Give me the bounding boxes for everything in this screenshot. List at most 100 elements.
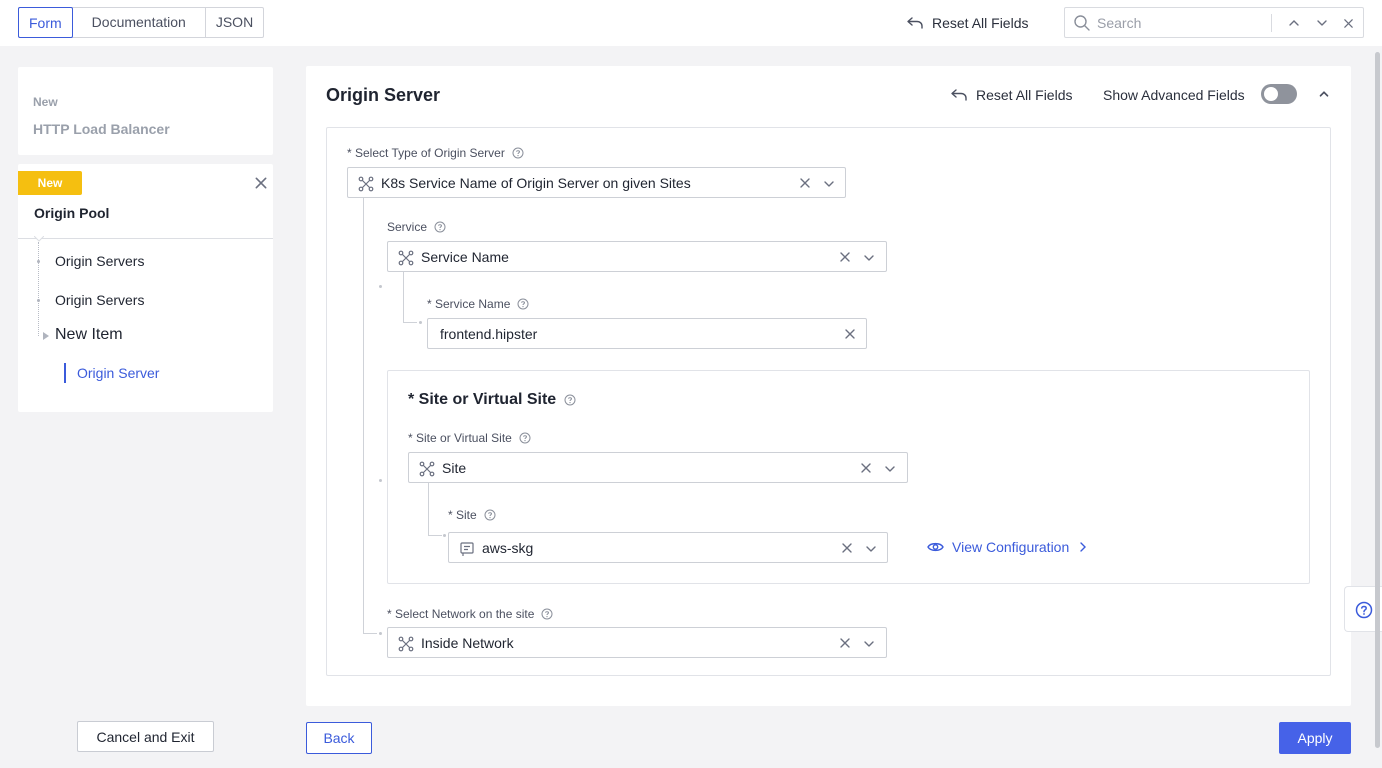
- clear-icon[interactable]: [839, 251, 851, 263]
- chevron-down-icon[interactable]: [863, 252, 875, 264]
- site-label-text: * Site: [448, 508, 477, 522]
- help-circle-icon: [1355, 601, 1373, 619]
- network-value: Inside Network: [421, 635, 514, 651]
- search-separator: [1271, 14, 1272, 32]
- tree-choice-icon: [358, 176, 374, 192]
- chevron-right-icon: [1080, 542, 1087, 552]
- page-title: Origin Server: [326, 85, 441, 105]
- chevron-down-icon[interactable]: [884, 463, 896, 475]
- chevron-up-icon[interactable]: [1317, 87, 1331, 101]
- site-type-label: * Site or Virtual Site: [408, 431, 531, 445]
- close-icon[interactable]: [254, 176, 268, 190]
- service-label-text: Service: [387, 220, 428, 234]
- cancel-and-exit-button[interactable]: Cancel and Exit: [77, 721, 214, 752]
- network-select[interactable]: Inside Network: [387, 627, 887, 658]
- help-icon[interactable]: [512, 147, 524, 159]
- chevron-down-icon[interactable]: [865, 543, 877, 555]
- clear-icon[interactable]: [839, 637, 851, 649]
- site-select[interactable]: aws-skg: [448, 532, 888, 563]
- network-label-text: * Select Network on the site: [387, 607, 535, 621]
- help-icon[interactable]: [484, 509, 496, 521]
- clear-icon[interactable]: [860, 462, 872, 474]
- http-load-balancer-card[interactable]: New HTTP Load Balancer: [18, 67, 273, 155]
- help-icon[interactable]: [564, 394, 576, 406]
- tree-line: [428, 483, 429, 535]
- tree-dot: [379, 479, 382, 482]
- origin-type-label-text: * Select Type of Origin Server: [347, 146, 505, 160]
- clear-icon[interactable]: [844, 328, 856, 340]
- back-button[interactable]: Back: [306, 722, 372, 754]
- view-tabs: Form Documentation JSON: [18, 7, 265, 38]
- object-reference-icon: [460, 542, 474, 556]
- service-name-field[interactable]: [427, 318, 867, 349]
- help-icon[interactable]: [434, 221, 446, 233]
- nav-dot: [37, 299, 40, 302]
- lb-title: HTTP Load Balancer: [33, 121, 170, 137]
- sidebar-item-origin-servers-1[interactable]: Origin Servers: [55, 253, 144, 269]
- service-value: Service Name: [421, 249, 509, 265]
- tree-dot: [379, 285, 382, 288]
- chevron-down-icon[interactable]: [863, 638, 875, 650]
- eye-icon: [927, 542, 944, 552]
- view-configuration-label: View Configuration: [952, 539, 1070, 555]
- reset-all-fields-button[interactable]: Reset All Fields: [950, 85, 1072, 105]
- nav-tree-line: [38, 242, 39, 336]
- nav-dot: [37, 260, 40, 263]
- origin-type-select[interactable]: K8s Service Name of Origin Server on giv…: [347, 167, 846, 198]
- reset-all-fields-label: Reset All Fields: [976, 87, 1073, 103]
- search-close-button[interactable]: [1338, 13, 1358, 33]
- service-select[interactable]: Service Name: [387, 241, 887, 272]
- notch-icon: [34, 236, 44, 242]
- page-scrollbar[interactable]: [1375, 52, 1380, 748]
- search-box: [1064, 7, 1364, 38]
- service-name-label: * Service Name: [427, 297, 529, 311]
- chevron-down-icon[interactable]: [823, 178, 835, 190]
- site-section-title: * Site or Virtual Site: [408, 391, 576, 409]
- clear-icon[interactable]: [841, 542, 853, 554]
- origin-type-label: * Select Type of Origin Server: [347, 146, 524, 160]
- tree-line: [363, 633, 377, 634]
- show-advanced-fields-toggle[interactable]: [1261, 84, 1297, 104]
- search-input[interactable]: [1097, 12, 1267, 34]
- site-type-select[interactable]: Site: [408, 452, 908, 483]
- reset-icon: [950, 88, 968, 102]
- tree-choice-icon: [398, 250, 414, 266]
- help-icon[interactable]: [517, 298, 529, 310]
- caret-right-icon: [43, 332, 49, 340]
- origin-server-form: * Select Type of Origin Server K8s Servi…: [326, 127, 1331, 676]
- search-next-button[interactable]: [1312, 13, 1332, 33]
- show-advanced-fields-label: Show Advanced Fields: [1103, 87, 1245, 103]
- sidebar-item-new-item[interactable]: New Item: [55, 326, 123, 344]
- tree-line: [403, 272, 404, 322]
- tab-documentation[interactable]: Documentation: [73, 8, 206, 37]
- tree-choice-icon: [419, 461, 435, 477]
- view-configuration-link[interactable]: View Configuration: [927, 539, 1087, 555]
- sidebar-item-origin-server[interactable]: Origin Server: [64, 363, 159, 383]
- new-badge: New: [18, 171, 82, 195]
- tree-line: [363, 198, 364, 633]
- search-prev-button[interactable]: [1284, 13, 1304, 33]
- help-icon[interactable]: [519, 432, 531, 444]
- reset-all-fields-top-label: Reset All Fields: [932, 15, 1029, 31]
- service-name-label-text: * Service Name: [427, 297, 511, 311]
- tree-choice-icon: [398, 636, 414, 652]
- service-name-input[interactable]: [440, 325, 820, 343]
- tree-dot: [379, 632, 382, 635]
- toggle-knob: [1264, 87, 1278, 101]
- site-type-value: Site: [442, 460, 467, 476]
- search-icon: [1074, 15, 1090, 31]
- tab-json[interactable]: JSON: [206, 8, 263, 37]
- tree-line: [403, 322, 417, 323]
- reset-all-fields-top-button[interactable]: Reset All Fields: [906, 12, 1028, 34]
- sidebar-item-origin-servers-2[interactable]: Origin Servers: [55, 292, 144, 308]
- tab-form[interactable]: Form: [18, 7, 73, 38]
- reset-icon: [906, 16, 924, 30]
- origin-server-panel: Origin Server Reset All Fields Show Adva…: [306, 66, 1351, 706]
- tree-line: [428, 535, 442, 536]
- chevron-down-icon: [1316, 17, 1328, 29]
- apply-button[interactable]: Apply: [1279, 722, 1351, 754]
- help-icon[interactable]: [541, 608, 553, 620]
- clear-icon[interactable]: [799, 177, 811, 189]
- close-icon: [1343, 18, 1354, 29]
- origin-type-value: K8s Service Name of Origin Server on giv…: [381, 175, 691, 191]
